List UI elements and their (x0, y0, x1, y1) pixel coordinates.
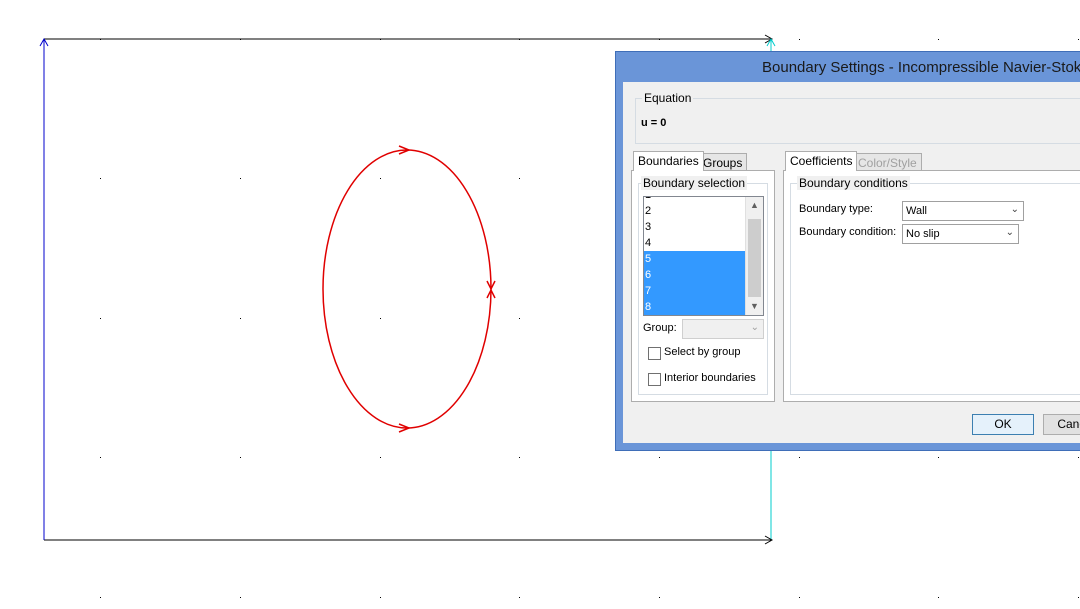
group-label: Group: (643, 322, 677, 334)
scroll-up-icon[interactable]: ▲ (746, 197, 763, 214)
boundary-settings-dialog: Boundary Settings - Incompressible Navie… (615, 51, 1080, 451)
boundary-condition-value: No slip (906, 228, 940, 240)
grid-dot (659, 457, 660, 458)
tab-coefficients[interactable]: Coefficients (785, 151, 858, 171)
grid-dot (938, 457, 939, 458)
grid-dot (1078, 39, 1079, 40)
tab-color-style: Color/Style (853, 153, 922, 171)
boundary-type-value: Wall (906, 205, 927, 217)
list-item[interactable]: 5 (644, 251, 746, 267)
tab-boundaries[interactable]: Boundaries (633, 151, 704, 171)
grid-dot (100, 457, 101, 458)
grid-dot (519, 597, 520, 598)
select-by-group-label[interactable]: Select by group (664, 346, 740, 358)
equation-label: Equation (642, 91, 694, 105)
list-item[interactable]: 7 (644, 283, 746, 299)
dialog-titlebar[interactable]: Boundary Settings - Incompressible Navie… (616, 52, 1080, 82)
boundaries-panel: Boundary selection 12345678 ▲ ▼ Group: ⌄… (631, 170, 775, 402)
boundary-type-label: Boundary type: (799, 203, 873, 215)
scroll-thumb[interactable] (748, 219, 761, 297)
grid-dot (240, 457, 241, 458)
grid-dot (519, 457, 520, 458)
grid-dot (380, 178, 381, 179)
grid-dot (100, 597, 101, 598)
boundary-listbox[interactable]: 12345678 ▲ ▼ (643, 196, 764, 316)
grid-dot (380, 318, 381, 319)
list-item[interactable]: 2 (644, 203, 746, 219)
scroll-down-icon[interactable]: ▼ (746, 298, 763, 315)
cancel-button[interactable]: Cancel (1043, 414, 1080, 435)
grid-dot (799, 597, 800, 598)
grid-dot (240, 178, 241, 179)
tab-groups[interactable]: Groups (698, 153, 748, 171)
grid-dot (519, 178, 520, 179)
boundary-condition-select[interactable]: No slip ⌄ (902, 224, 1019, 244)
list-item[interactable]: 4 (644, 235, 746, 251)
interior-boundaries-label[interactable]: Interior boundaries (664, 372, 756, 384)
listbox-scrollbar[interactable]: ▲ ▼ (745, 197, 763, 315)
interior-boundaries-checkbox[interactable] (648, 373, 661, 386)
boundary-ellipse[interactable] (322, 149, 492, 429)
grid-dot (659, 597, 660, 598)
chevron-down-icon: ⌄ (1005, 227, 1014, 238)
grid-dot (519, 318, 520, 319)
grid-dot (1078, 597, 1079, 598)
equation-group: Equation u = 0 (635, 91, 1080, 144)
grid-dot (240, 318, 241, 319)
group-select[interactable]: ⌄ (682, 319, 764, 339)
coefficients-panel: Boundary conditions Boundary type: Wall … (783, 170, 1080, 402)
select-by-group-checkbox[interactable] (648, 347, 661, 360)
grid-dot (100, 318, 101, 319)
boundary-selection-label: Boundary selection (641, 176, 748, 190)
grid-dot (240, 597, 241, 598)
boundary-condition-label: Boundary condition: (799, 226, 897, 238)
grid-dot (938, 597, 939, 598)
grid-dot (380, 457, 381, 458)
grid-dot (938, 39, 939, 40)
dialog-client: Equation u = 0 Boundaries Groups Boundar… (623, 82, 1080, 443)
list-item[interactable]: 3 (644, 219, 746, 235)
dialog-title: Boundary Settings - Incompressible Navie… (762, 59, 1080, 76)
list-item[interactable]: 6 (644, 267, 746, 283)
boundary-conditions-label: Boundary conditions (797, 176, 910, 190)
ok-button[interactable]: OK (972, 414, 1034, 435)
boundary-type-select[interactable]: Wall ⌄ (902, 201, 1024, 221)
grid-dot (100, 178, 101, 179)
grid-dot (799, 39, 800, 40)
grid-dot (380, 597, 381, 598)
equation-text: u = 0 (641, 117, 667, 129)
grid-dot (1078, 457, 1079, 458)
chevron-down-icon: ⌄ (750, 322, 759, 333)
grid-dot (799, 457, 800, 458)
list-item[interactable]: 8 (644, 299, 746, 315)
list-item[interactable]: 1 (644, 197, 746, 203)
chevron-down-icon: ⌄ (1010, 204, 1019, 215)
